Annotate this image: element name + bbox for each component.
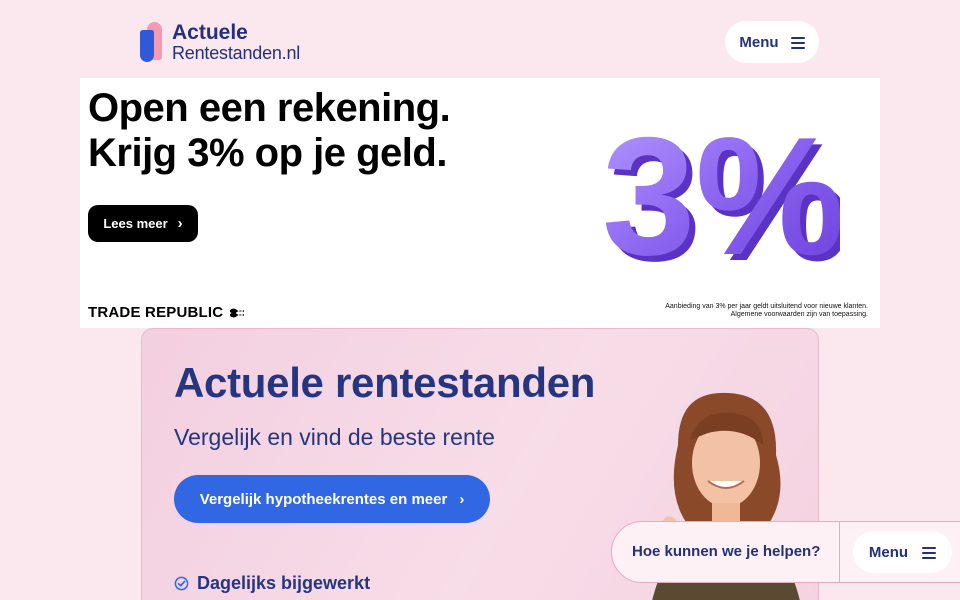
ad-headline-line1: Open een rekening. bbox=[88, 86, 451, 130]
menu-button-label: Menu bbox=[739, 33, 779, 51]
hamburger-icon bbox=[922, 546, 937, 559]
feature-item: Dagelijks bijgewerkt bbox=[174, 573, 370, 594]
chat-divider bbox=[839, 522, 840, 582]
logo-title: Actuele bbox=[172, 21, 248, 44]
ad-banner[interactable]: Open een rekening. Krijg 3% op je geld. … bbox=[80, 78, 880, 328]
chat-prompt[interactable]: Hoe kunnen we je helpen? bbox=[632, 543, 820, 560]
flag-icon bbox=[230, 308, 245, 317]
chevron-right-icon: › bbox=[177, 215, 183, 232]
site-logo[interactable]: Actuele Rentestanden.nl bbox=[140, 22, 300, 62]
ad-brand-label: TRADE REPUBLIC bbox=[88, 304, 224, 321]
three-percent-graphic: 3% 3% bbox=[602, 102, 840, 278]
chevron-right-icon: › bbox=[459, 490, 465, 508]
ad-headline: Open een rekening. Krijg 3% op je geld. bbox=[88, 86, 451, 176]
help-chat-widget[interactable]: Hoe kunnen we je helpen? Menu bbox=[611, 521, 960, 583]
feature-label: Dagelijks bijgewerkt bbox=[197, 573, 371, 593]
ad-disclaimer: Aanbieding van 3% per jaar geldt uitslui… bbox=[628, 303, 868, 320]
three-percent-text: 3% bbox=[602, 102, 840, 278]
ad-read-more-button[interactable]: Lees meer › bbox=[88, 205, 198, 242]
logo-subtitle: Rentestanden.nl bbox=[172, 43, 301, 63]
ad-disclaimer-line1: Aanbieding van 3% per jaar geldt uitslui… bbox=[665, 303, 868, 310]
site-header: Actuele Rentestanden.nl Menu bbox=[0, 0, 960, 78]
logo-mark-icon bbox=[140, 22, 164, 62]
compare-rates-label: Vergelijk hypotheekrentes en meer bbox=[199, 490, 448, 508]
page-title: Actuele rentestanden bbox=[174, 359, 596, 406]
chat-menu-button[interactable]: Menu bbox=[853, 531, 952, 573]
check-circle-icon bbox=[174, 576, 189, 591]
menu-button[interactable]: Menu bbox=[725, 21, 819, 63]
chat-menu-label: Menu bbox=[868, 543, 909, 561]
hero-subtitle: Vergelijk en vind de beste rente bbox=[174, 424, 495, 450]
ad-read-more-label: Lees meer bbox=[103, 216, 168, 231]
compare-rates-button[interactable]: Vergelijk hypotheekrentes en meer › bbox=[174, 475, 490, 523]
hamburger-icon bbox=[790, 36, 805, 49]
ad-brand: TRADE REPUBLIC bbox=[88, 304, 245, 321]
ad-headline-line2: Krijg 3% op je geld. bbox=[88, 130, 447, 175]
ad-disclaimer-line2: Algemene voorwaarden zijn van toepassing… bbox=[730, 311, 868, 319]
